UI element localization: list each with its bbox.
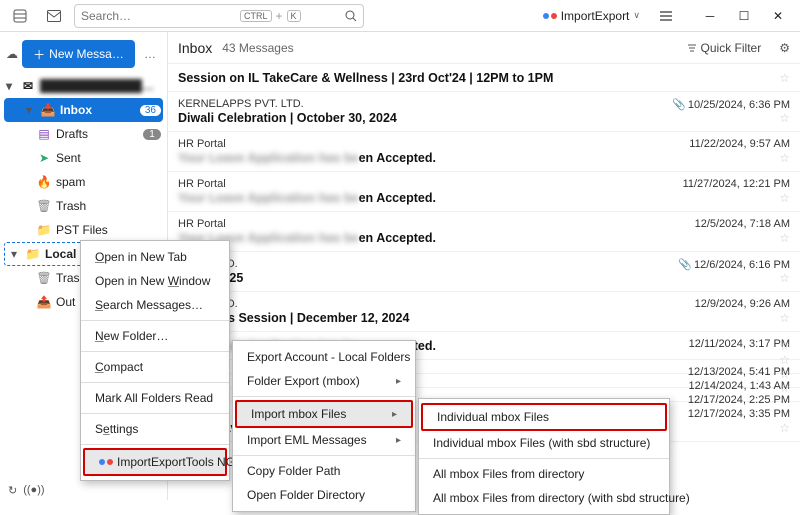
message-row[interactable]: S PVT. LTD.wareness Session | December 1…: [168, 292, 800, 332]
message-subject: wareness Session | December 12, 2024: [178, 311, 790, 325]
message-subject: Session on IL TakeCare & Wellness | 23rd…: [178, 71, 790, 85]
star-icon[interactable]: ☆: [779, 339, 790, 353]
ctx-importexporttools[interactable]: ImportExportTools NG▸: [83, 448, 227, 476]
account-row[interactable]: ▾✉████████████…: [0, 74, 167, 98]
ctx-all-mbox-dir[interactable]: All mbox Files from directory: [419, 462, 669, 486]
global-search[interactable]: CTRL + K: [74, 4, 364, 28]
status-bar: ↻ ((●)): [0, 480, 168, 500]
titlebar: CTRL + K ImportExport ∨ ─ ☐ ✕: [0, 0, 800, 32]
star-icon[interactable]: ☆: [779, 271, 790, 285]
kbd-ctrl: CTRL: [240, 10, 272, 22]
message-date: 11/22/2024, 9:57 AM: [689, 138, 790, 150]
close-button[interactable]: ✕: [762, 2, 794, 30]
message-date: 12/5/2024, 7:18 AM: [695, 218, 790, 230]
sidebar-drafts[interactable]: ▤Drafts1: [0, 122, 167, 146]
ctx-compact[interactable]: Compact: [81, 355, 229, 379]
display-options-icon[interactable]: ⚙: [779, 41, 790, 55]
ctx-open-dir[interactable]: Open Folder Directory: [233, 483, 415, 507]
iet-submenu: Export Account - Local Folders Folder Ex…: [232, 340, 416, 512]
sidebar-spam[interactable]: 🔥spam: [0, 170, 167, 194]
ctx-folder-export[interactable]: Folder Export (mbox)▸: [233, 369, 415, 393]
folder-title: Inbox: [178, 40, 212, 56]
ctx-search-messages[interactable]: Search Messages…: [81, 293, 229, 317]
ctx-mark-read[interactable]: Mark All Folders Read: [81, 386, 229, 410]
message-row[interactable]: HR PortalYour Leave Application has been…: [168, 212, 800, 252]
message-date: 12/17/2024, 3:35 PM: [688, 408, 790, 420]
quick-filter-button[interactable]: Quick Filter: [687, 41, 762, 55]
star-icon[interactable]: ☆: [779, 111, 790, 125]
star-icon[interactable]: ☆: [779, 381, 790, 395]
ctx-export-account[interactable]: Export Account - Local Folders: [233, 345, 415, 369]
message-row[interactable]: S PVT. LTD.ander 2025📎12/6/2024, 6:16 PM…: [168, 252, 800, 292]
mail-tab-icon[interactable]: [40, 2, 68, 30]
get-messages-icon[interactable]: ☁: [6, 47, 18, 61]
more-icon[interactable]: …: [139, 47, 161, 61]
kbd-k: K: [287, 10, 301, 22]
ctx-import-mbox[interactable]: Import mbox Files▸: [235, 400, 413, 428]
message-subject: ander 2025: [178, 271, 790, 285]
message-subject: Diwali Celebration | October 30, 2024: [178, 111, 790, 125]
message-date: 📎10/25/2024, 6:36 PM: [672, 98, 790, 111]
new-message-button[interactable]: ＋New Messa…: [22, 40, 135, 68]
star-icon[interactable]: ☆: [779, 191, 790, 205]
ctx-individual-mbox[interactable]: Individual mbox Files: [421, 403, 667, 431]
star-icon[interactable]: ☆: [779, 71, 790, 85]
ctx-new-folder[interactable]: New Folder…: [81, 324, 229, 348]
ctx-all-mbox-dir-sbd[interactable]: All mbox Files from directory (with sbd …: [419, 486, 669, 510]
message-date: 12/11/2024, 3:17 PM: [689, 338, 790, 350]
ctx-individual-mbox-sbd[interactable]: Individual mbox Files (with sbd structur…: [419, 431, 669, 455]
ctx-import-eml[interactable]: Import EML Messages▸: [233, 428, 415, 452]
sidebar-pst[interactable]: 📁PST Files: [0, 218, 167, 242]
minimize-button[interactable]: ─: [694, 2, 726, 30]
message-date: 11/27/2024, 12:21 PM: [683, 178, 790, 190]
message-row[interactable]: HR PortalYour Leave Application has been…: [168, 132, 800, 172]
message-subject: Your Leave Application has been Accepted…: [178, 151, 790, 165]
sidebar-trash[interactable]: 🗑Trash: [0, 194, 167, 218]
list-header: Inbox 43 Messages Quick Filter ⚙: [168, 32, 800, 64]
ctx-open-window[interactable]: Open in New Window: [81, 269, 229, 293]
star-icon[interactable]: ☆: [779, 353, 790, 367]
import-mbox-submenu: Individual mbox Files Individual mbox Fi…: [418, 398, 670, 515]
online-icon: ((●)): [23, 484, 44, 496]
message-row[interactable]: KERNELAPPS PVT. LTD.Diwali Celebration |…: [168, 92, 800, 132]
message-subject: Your Leave Application has been Accepted…: [178, 231, 790, 245]
message-date: 12/9/2024, 9:26 AM: [695, 298, 790, 310]
star-icon[interactable]: ☆: [779, 421, 790, 435]
star-icon[interactable]: ☆: [779, 367, 790, 381]
ctx-copy-path[interactable]: Copy Folder Path: [233, 459, 415, 483]
app-menu-icon[interactable]: [6, 2, 34, 30]
search-icon: [345, 10, 357, 22]
folder-context-menu: OOpen in New Tabpen in New Tab Open in N…: [80, 240, 230, 481]
star-icon[interactable]: ☆: [779, 231, 790, 245]
maximize-button[interactable]: ☐: [728, 2, 760, 30]
ctx-open-tab[interactable]: OOpen in New Tabpen in New Tab: [81, 245, 229, 269]
message-subject: Your Leave Application has been Accepted…: [178, 191, 790, 205]
star-icon[interactable]: ☆: [779, 311, 790, 325]
search-input[interactable]: [81, 9, 236, 23]
star-icon[interactable]: ☆: [779, 151, 790, 165]
ctx-settings[interactable]: Settings: [81, 417, 229, 441]
message-row[interactable]: HR PortalYour Leave Application has been…: [168, 172, 800, 212]
message-count: 43 Messages: [222, 41, 293, 55]
addon-button[interactable]: ImportExport ∨: [537, 7, 646, 25]
message-row[interactable]: Session on IL TakeCare & Wellness | 23rd…: [168, 64, 800, 92]
sidebar-sent[interactable]: ➤Sent: [0, 146, 167, 170]
sync-icon: ↻: [8, 484, 17, 497]
message-date: 📎12/6/2024, 6:16 PM: [678, 258, 790, 271]
menu-icon[interactable]: [652, 2, 680, 30]
sidebar-inbox[interactable]: ▾📥Inbox36: [4, 98, 163, 122]
